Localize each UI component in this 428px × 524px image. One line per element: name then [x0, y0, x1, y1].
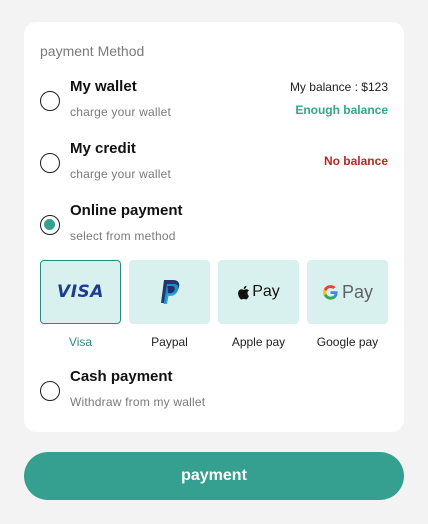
section-title: payment Method	[40, 43, 145, 59]
method-label: Paypal	[151, 335, 188, 349]
option-online-payment[interactable]: Online payment select from method	[24, 202, 404, 258]
option-subtitle: charge your wallet	[70, 105, 171, 119]
radio-online-payment[interactable]	[40, 215, 60, 235]
method-paypal[interactable]: Paypal	[129, 260, 210, 350]
method-apple-pay-tile[interactable]: Pay	[218, 260, 299, 324]
option-title: My credit	[70, 140, 136, 157]
payment-button[interactable]: payment	[24, 452, 404, 500]
status-badge: No balance	[323, 154, 388, 168]
method-label: Apple pay	[231, 335, 286, 349]
option-subtitle: charge your wallet	[70, 167, 171, 181]
radio-cash-payment[interactable]	[40, 381, 60, 401]
payment-card: payment Method My wallet charge your wal…	[24, 22, 404, 432]
payment-method-list: VISA Visa Paypal Pay Apple pay Pay Googl…	[40, 260, 388, 350]
method-google-pay[interactable]: Pay Google pay	[307, 260, 388, 350]
radio-my-wallet[interactable]	[40, 91, 60, 111]
option-title: My wallet	[70, 78, 137, 95]
google-g-icon	[323, 284, 338, 300]
option-subtitle: Withdraw from my wallet	[70, 395, 206, 409]
method-google-pay-tile[interactable]: Pay	[307, 260, 388, 324]
method-label: Visa	[68, 335, 93, 349]
option-title: Cash payment	[70, 368, 173, 385]
method-paypal-tile[interactable]	[129, 260, 210, 324]
status-badge: Enough balance	[295, 103, 388, 117]
google-pay-text: Pay	[341, 281, 374, 302]
visa-icon: VISA	[57, 282, 104, 302]
option-cash-payment[interactable]: Cash payment Withdraw from my wallet	[24, 368, 404, 424]
option-my-wallet[interactable]: My wallet charge your wallet My balance …	[24, 78, 404, 134]
balance-label: My balance : $123	[289, 80, 388, 94]
apple-icon	[238, 285, 250, 299]
option-title: Online payment	[70, 202, 183, 219]
method-visa-tile[interactable]: VISA	[40, 260, 121, 324]
radio-my-credit[interactable]	[40, 153, 60, 173]
google-pay-icon: Pay	[322, 282, 373, 303]
apple-pay-text: Pay	[252, 283, 280, 300]
method-visa[interactable]: VISA Visa	[40, 260, 121, 350]
apple-pay-icon: Pay	[237, 283, 280, 301]
paypal-icon	[160, 280, 179, 304]
method-label: Google pay	[316, 335, 379, 349]
option-my-credit[interactable]: My credit charge your wallet No balance	[24, 140, 404, 196]
option-subtitle: select from method	[70, 229, 176, 243]
method-apple-pay[interactable]: Pay Apple pay	[218, 260, 299, 350]
